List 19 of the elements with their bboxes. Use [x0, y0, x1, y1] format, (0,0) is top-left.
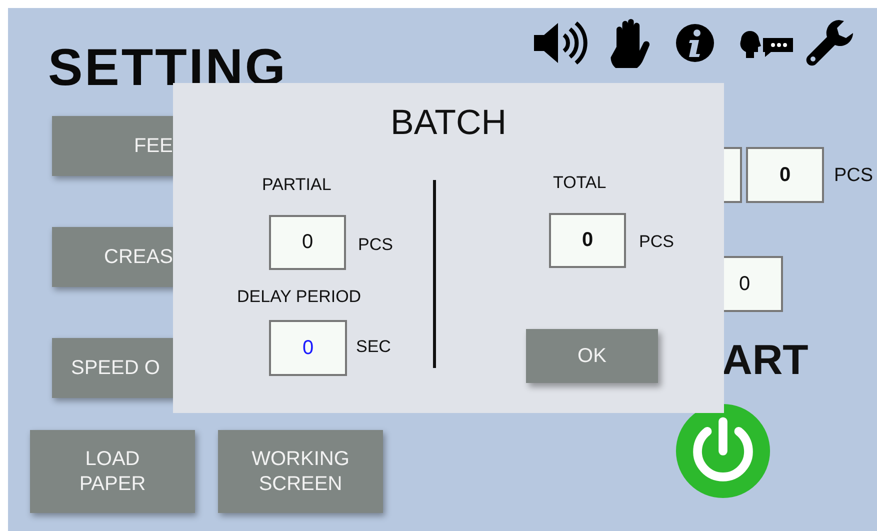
power-icon[interactable]: [674, 402, 772, 500]
input-field[interactable]: 0: [549, 213, 626, 268]
input-field[interactable]: 0: [269, 215, 346, 270]
field-label: PARTIAL: [262, 175, 332, 195]
menu-button[interactable]: LOAD PAPER: [30, 430, 195, 513]
ok-button[interactable]: OK: [526, 329, 658, 383]
field-label: TOTAL: [553, 173, 606, 193]
screen-title: SETTING: [48, 38, 288, 98]
unit-label: PCS: [358, 235, 393, 255]
unit-label: PCS: [639, 232, 674, 252]
input-field[interactable]: 0: [269, 320, 347, 376]
input-field[interactable]: 0: [746, 147, 824, 203]
unit-label: PCS: [834, 165, 874, 187]
dialog-title: BATCH: [389, 103, 508, 143]
field-label: DELAY PERIOD: [237, 287, 362, 307]
menu-button[interactable]: WORKING SCREEN: [218, 430, 383, 513]
start-label: ART: [722, 336, 808, 384]
unit-label: SEC: [356, 337, 391, 357]
wrench-icon[interactable]: [805, 18, 855, 68]
